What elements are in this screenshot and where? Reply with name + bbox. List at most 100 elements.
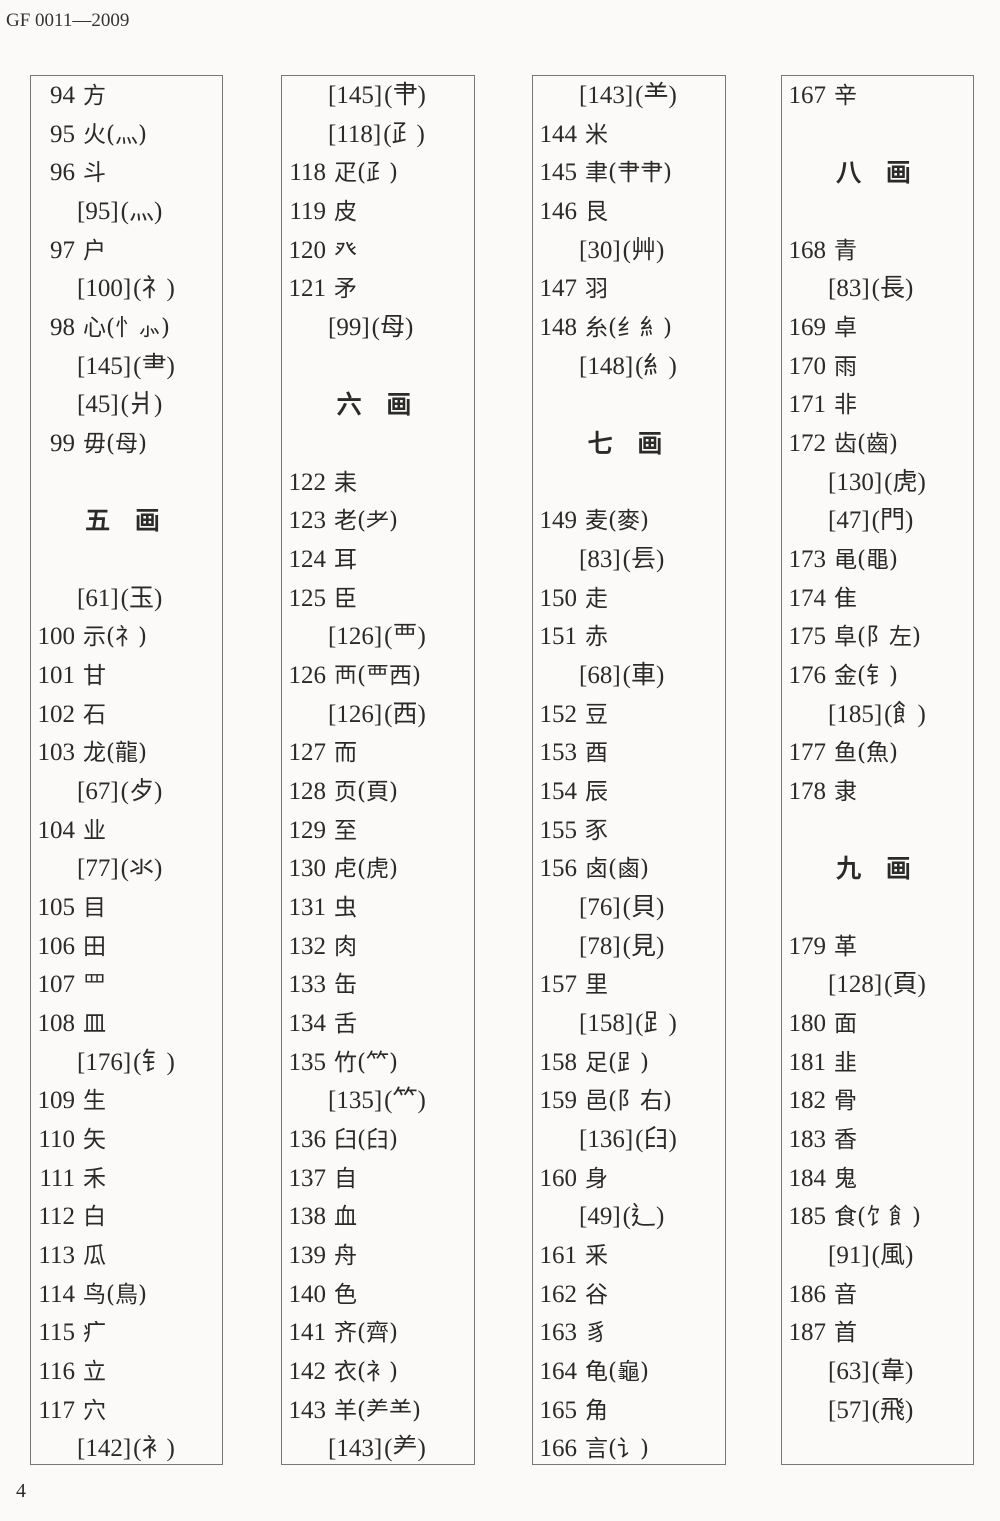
reference-number: [158] [579,1010,634,1038]
stroke-count-heading: 六 画 [336,390,420,420]
radical-entry: 179 革 [782,928,973,966]
radical-entry: 130 虍(虎) [282,850,474,888]
radical-glyph: 而 [334,740,357,767]
radical-entry: 111 禾 [31,1160,222,1198]
radical-number: 128 [288,778,327,806]
radical-entry: 115 疒 [31,1314,222,1352]
variant-glyph: (飠) [884,700,926,728]
radical-entry: 149 麦(麥) [533,502,725,540]
radical-number: 124 [288,546,327,574]
radical-glyph: 鬼 [834,1165,857,1192]
variant-ref-group: [78](見) [579,928,664,966]
radical-number: 152 [539,700,578,728]
radical-number: 123 [288,507,327,535]
radical-glyph: 缶 [334,972,357,999]
radical-glyph: 隶 [834,779,857,806]
radical-number: 107 [37,971,76,999]
radical-number: 185 [788,1203,827,1231]
radical-glyph: 鱼(魚) [834,740,898,767]
variant-reference: [185](飠) [782,696,973,734]
radical-glyph: 示(礻) [83,624,147,651]
radical-glyph: 舟 [334,1243,357,1270]
radical-glyph: 非 [834,392,857,419]
radical-column-1: 94 方 95 火(灬) 96 斗 [95](灬) 97 户 [100](礻) 98 心(忄⺗) [14… [30,75,223,1465]
radical-glyph: 卓 [834,315,857,342]
radical-glyph: 走 [585,585,608,612]
radical-entry: 141 齐(齊) [282,1314,474,1352]
radical-glyph: 艮 [585,199,608,225]
radical-glyph: 谷 [585,1281,608,1308]
variant-glyph: (歺) [120,778,163,806]
radical-glyph: 白 [83,1204,106,1231]
radical-glyph: 至 [334,817,357,844]
reference-number: [142] [77,1435,132,1463]
radical-entry: 162 谷 [533,1276,725,1314]
variant-reference: [99](母) [282,309,474,347]
radical-entry: 95 火(灬) [31,116,222,154]
variant-ref-group: [45](爿) [77,386,162,424]
stroke-count-heading: 九 画 [836,854,919,884]
variant-reference: [83](镸) [533,541,725,579]
stroke-count-heading: 八 画 [836,158,919,188]
radical-number: 134 [288,1010,327,1038]
variant-reference: [100](礻) [31,270,222,308]
reference-number: [126] [328,700,383,728]
radical-glyph: 麦(麥) [585,508,649,535]
radical-glyph: 老(耂) [334,508,398,535]
radical-glyph: 辛 [834,83,857,109]
reference-number: [61] [77,584,119,612]
radical-glyph: 羊(⺶⺷) [334,1397,421,1424]
variant-ref-group: [158](⻊) [579,1005,677,1043]
radical-number: 170 [788,352,827,380]
radical-number: 181 [788,1048,827,1076]
radical-number: 163 [539,1319,578,1347]
radical-glyph: 足(⻊) [585,1049,649,1076]
radical-number: 131 [288,894,327,922]
reference-number: [185] [828,700,883,728]
radical-entry: 175 阜(阝左) [782,618,973,656]
radical-entry: 180 面 [782,1005,973,1043]
radical-glyph: 瓜 [83,1243,106,1270]
variant-glyph: (車) [622,662,665,690]
variant-glyph: (氺) [120,855,163,883]
radical-number: 116 [38,1358,75,1386]
radical-number: 186 [788,1280,827,1308]
radical-number: 111 [39,1164,75,1192]
variant-glyph: (衤) [133,1435,175,1463]
radical-glyph: 隹 [834,585,857,612]
variant-glyph: (𦥑) [635,1126,677,1154]
radical-entry: 183 香 [782,1121,973,1159]
radical-number: 158 [539,1048,578,1076]
radical-entry: 172 齿(齒) [782,425,973,463]
radical-glyph: 穴 [83,1397,106,1424]
radical-entry: 133 缶 [282,966,474,1004]
radical-entry: 118 疋(⺪) [282,154,474,192]
radical-entry: 174 隹 [782,580,973,618]
radical-number: 110 [38,1126,75,1154]
radical-number: 167 [788,82,827,109]
radical-number: 154 [539,778,578,806]
radical-entry: 120 癶 [282,232,474,270]
reference-number: [135] [328,1087,383,1115]
radical-number: 146 [539,198,578,225]
variant-reference: [30](艸) [533,232,725,270]
radical-entry: 129 至 [282,812,474,850]
radical-entry: 148 糸(纟糹) [533,309,725,347]
reference-number: [83] [828,275,870,303]
radical-entry: 127 而 [282,734,474,772]
radical-column-3: [143](⺷) 144 米 145 聿(肀⺺) 146 艮 [30](艸) 147 羽 148 糸(… [532,75,726,1465]
reference-number: [76] [579,894,621,922]
radical-glyph: 生 [83,1088,106,1115]
variant-reference: [76](貝) [533,889,725,927]
radical-entry: 134 舌 [282,1005,474,1043]
radical-glyph: 香 [834,1127,857,1154]
radical-entry: 109 生 [31,1082,222,1120]
radical-glyph: 赤 [585,624,608,651]
radical-glyph: 肉 [334,933,357,960]
radical-glyph: 火(灬) [83,121,147,148]
reference-number: [118] [328,120,382,148]
variant-ref-group: [83](镸) [579,541,664,579]
radical-glyph: 邑(阝右) [585,1088,672,1115]
stroke-count-heading: 五 画 [85,506,168,536]
radical-number: 121 [288,275,327,303]
